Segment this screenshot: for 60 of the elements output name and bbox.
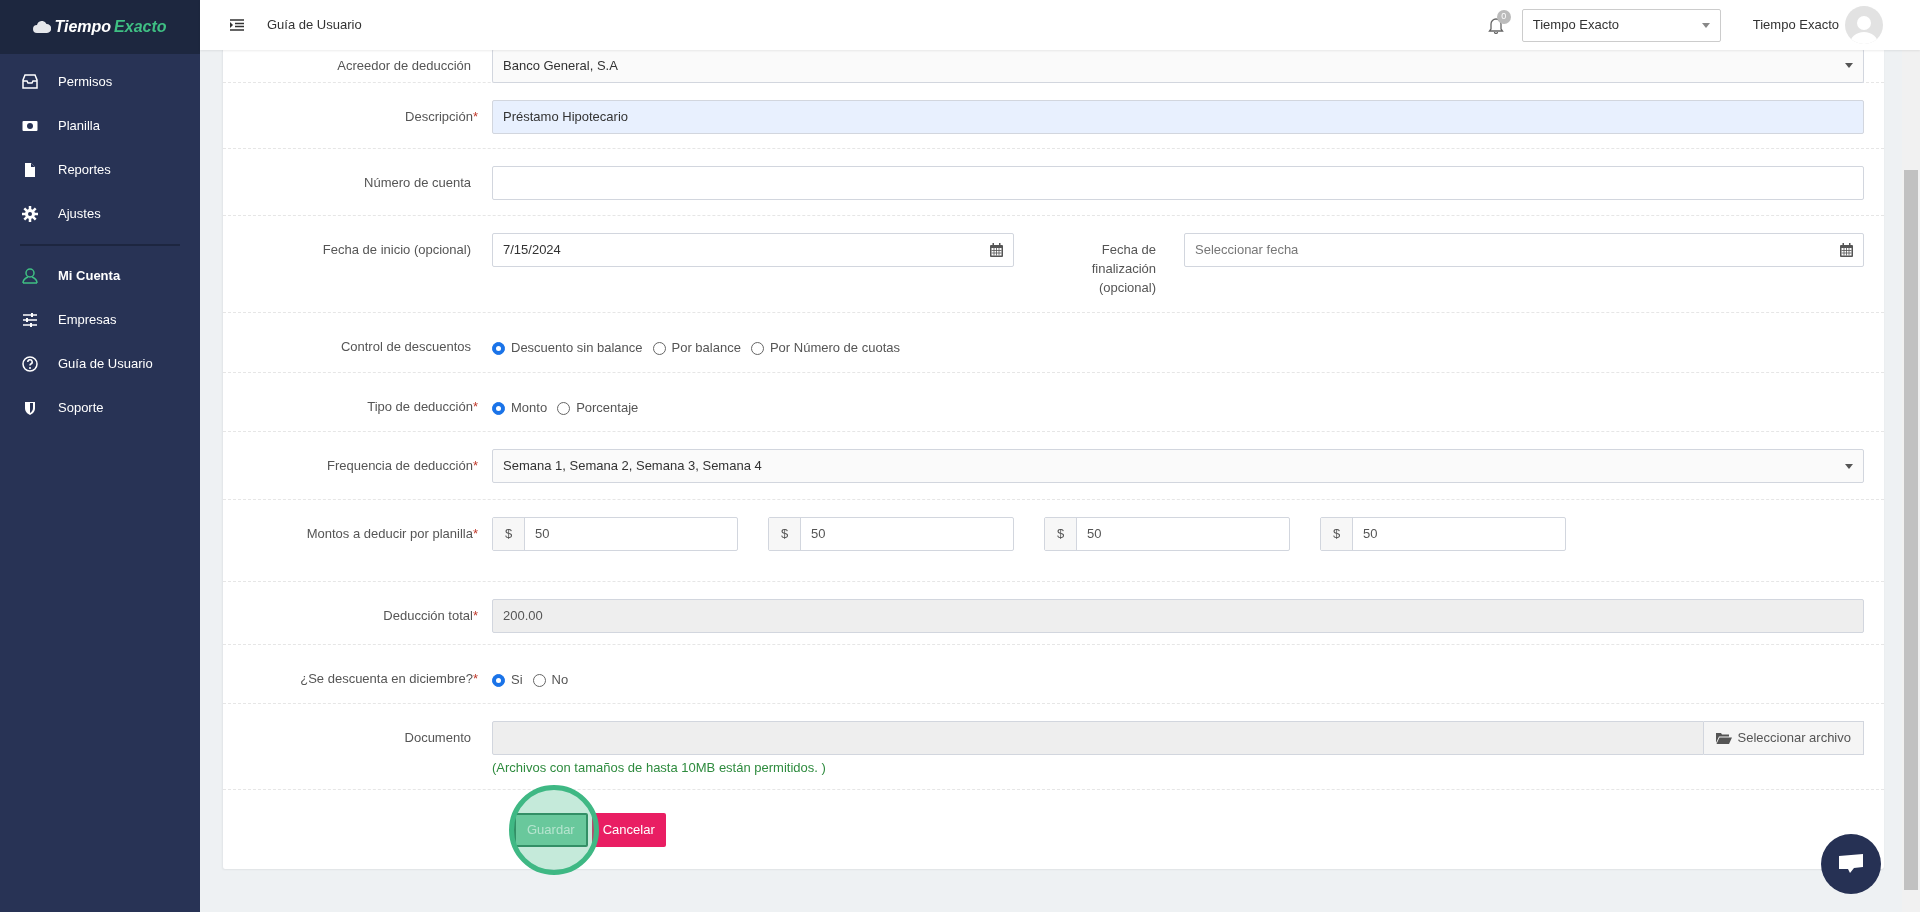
shield-icon (22, 400, 38, 416)
calendar-icon (990, 243, 1003, 257)
field-label: Descripción* (404, 108, 479, 126)
chat-button[interactable] (1821, 834, 1881, 894)
inbox-icon (22, 74, 38, 90)
date-field[interactable]: 7/15/2024 (492, 233, 1014, 267)
sidebar-item[interactable]: Guía de Usuario (0, 342, 200, 386)
date-field[interactable]: Seleccionar fecha (1184, 233, 1864, 267)
radio-option[interactable]: No (532, 670, 569, 690)
select-file-button[interactable]: Seleccionar archivo (1703, 721, 1864, 755)
field-label: Control de descuentos (339, 338, 472, 356)
user-name[interactable]: Tiempo Exacto (1752, 15, 1839, 35)
menu-icon[interactable] (230, 19, 244, 31)
readonly-field: 200.00 (492, 599, 1864, 633)
notification-badge: 0 (1496, 10, 1511, 24)
text-field[interactable]: Préstamo Hipotecario (492, 100, 1864, 134)
file-icon (22, 162, 38, 178)
amount-field[interactable]: $ 50 (492, 517, 738, 551)
field-label: Montos a deducir por planilla* (305, 525, 479, 543)
radio-option[interactable]: Por balance (652, 338, 741, 358)
sidebar-item[interactable]: Planilla (0, 104, 200, 148)
select-field[interactable]: Banco General, S.A (492, 49, 1864, 83)
radio-option[interactable]: Monto (492, 398, 548, 418)
field-label: Frequencia de deducción* (325, 457, 479, 475)
cloud-icon (33, 21, 52, 33)
help-text: (Archivos con tamaños de hasta 10MB están permitidos. ) (492, 759, 827, 777)
page-title: Guía de Usuario (267, 16, 362, 35)
company-select[interactable]: Tiempo Exacto (1521, 8, 1721, 42)
sidebar-item[interactable]: Reportes (0, 148, 200, 192)
sidebar-item[interactable]: Ajustes (0, 192, 200, 236)
settings-icon (22, 206, 38, 222)
amount-field[interactable]: $ 50 (1320, 517, 1566, 551)
radio-option[interactable]: Descuento sin balance (492, 338, 643, 358)
field-label: Tipo de deducción* (366, 398, 479, 416)
radio-option[interactable]: Porcentaje (557, 398, 639, 418)
field-label: Documento (403, 729, 472, 747)
amount-field[interactable]: $ 50 (1044, 517, 1290, 551)
sidebar-item[interactable]: Mi Cuenta (0, 254, 200, 298)
user-icon (22, 268, 38, 284)
field-label: Fecha de inicio (opcional) (321, 241, 472, 259)
field-label: Acreedor de deducción (336, 57, 472, 76)
folder-icon (1715, 732, 1732, 744)
text-field[interactable] (492, 166, 1864, 200)
sidebar-item[interactable]: Permisos (0, 60, 200, 104)
field-label: ¿Se descuenta en diciembre?* (299, 670, 479, 688)
help-icon (22, 356, 38, 372)
radio-option[interactable]: Si (492, 670, 523, 690)
field-label: Número de cuenta (363, 174, 472, 192)
banknote-icon (22, 118, 38, 134)
cancel-button[interactable]: Cancelar (591, 812, 666, 847)
chat-bubble-icon (1838, 853, 1864, 875)
calendar-icon (1840, 243, 1853, 257)
field-label: Deducción total* (382, 607, 479, 625)
sidebar-item[interactable]: Empresas (0, 298, 200, 342)
amount-field[interactable]: $ 50 (768, 517, 1014, 551)
sidebar-item[interactable]: Soporte (0, 386, 200, 430)
select-field[interactable]: Semana 1, Semana 2, Semana 3, Semana 4 (492, 449, 1864, 483)
field-label: Fecha de finalización (opcional) (1090, 241, 1157, 297)
radio-option[interactable]: Por Número de cuotas (750, 338, 900, 358)
sliders-icon (22, 312, 38, 328)
